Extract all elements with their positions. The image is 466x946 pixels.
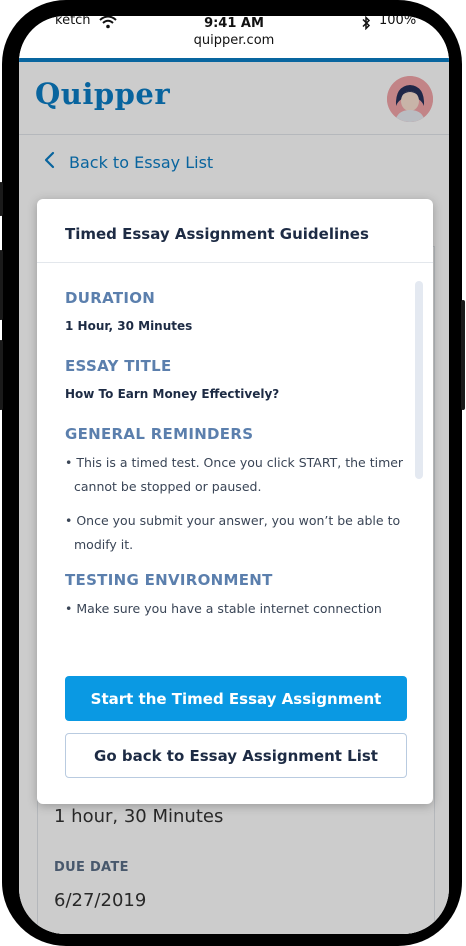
silent-switch xyxy=(0,182,3,216)
url-bar[interactable]: quipper.com xyxy=(19,33,449,48)
modal-divider xyxy=(37,262,433,263)
reminder-item: • Once you submit your answer, you won’t… xyxy=(65,513,401,552)
modal-title: Timed Essay Assignment Guidelines xyxy=(65,225,369,243)
volume-up-button xyxy=(0,250,3,320)
power-button xyxy=(461,300,465,410)
status-bar: ketch 9:41 AM quipper.com 100% xyxy=(19,16,449,58)
go-back-to-list-button[interactable]: Go back to Essay Assignment List xyxy=(65,733,407,778)
battery-label: 100% xyxy=(379,16,417,28)
modal-scroll-body[interactable]: DURATION 1 Hour, 30 Minutes ESSAY TITLE … xyxy=(65,289,405,639)
section-heading-general-reminders: GENERAL REMINDERS xyxy=(65,425,254,443)
environment-item: • Make sure you have a stable internet c… xyxy=(65,601,382,616)
section-heading-essay-title: ESSAY TITLE xyxy=(65,357,172,375)
reminder-item: • This is a timed test. Once you click S… xyxy=(65,455,404,494)
essay-title-text: How To Earn Money Effectively? xyxy=(65,387,280,401)
section-heading-duration: DURATION xyxy=(65,289,156,307)
volume-down-button xyxy=(0,340,3,410)
app-content: Quipper Back to Essay List 1 hour, 30 Mi… xyxy=(19,58,449,934)
screen: ketch 9:41 AM quipper.com 100% Quipper B… xyxy=(19,16,449,934)
section-heading-testing-environment: TESTING ENVIRONMENT xyxy=(65,571,273,589)
bluetooth-icon xyxy=(361,16,371,34)
modal-scrollbar[interactable] xyxy=(415,281,423,641)
guidelines-modal: Timed Essay Assignment Guidelines DURATI… xyxy=(37,199,433,804)
scrollbar-thumb[interactable] xyxy=(415,281,423,479)
duration-text: 1 Hour, 30 Minutes xyxy=(65,319,193,333)
start-timed-essay-button[interactable]: Start the Timed Essay Assignment xyxy=(65,676,407,721)
phone-frame: ketch 9:41 AM quipper.com 100% Quipper B… xyxy=(0,0,465,946)
